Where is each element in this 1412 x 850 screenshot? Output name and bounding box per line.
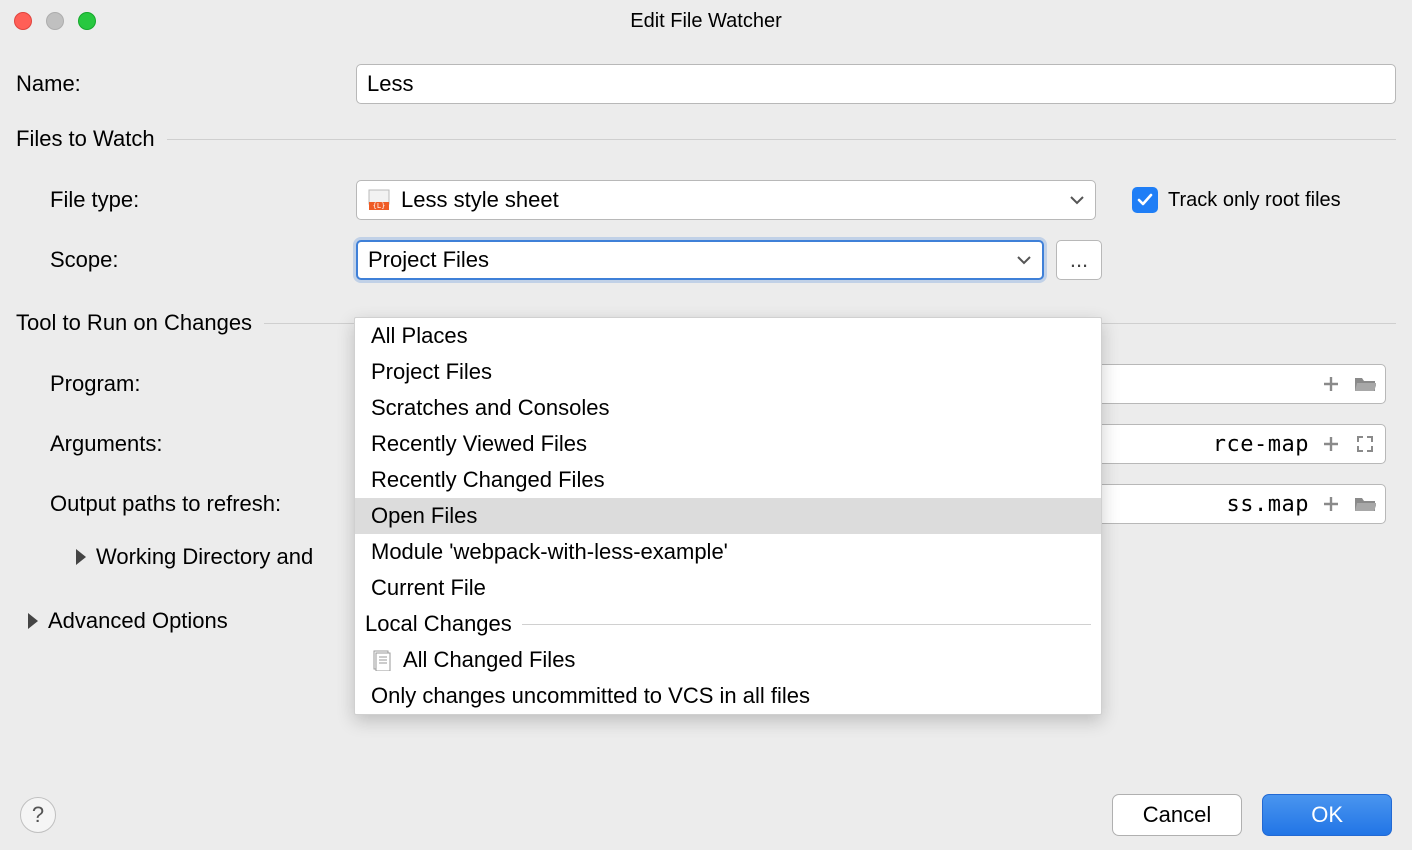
arguments-label: Arguments: [16,431,356,457]
name-label: Name: [16,71,356,97]
expand-field-button[interactable] [1353,432,1377,456]
triangle-right-icon [28,613,38,629]
section-tool-to-run-label: Tool to Run on Changes [16,310,252,336]
chevron-down-icon [1069,195,1085,205]
scope-option-project-files[interactable]: Project Files [355,354,1101,390]
insert-macro-button[interactable] [1319,372,1343,396]
section-files-to-watch-label: Files to Watch [16,126,155,152]
chevron-down-icon [1016,255,1032,265]
scope-browse-button[interactable]: ... [1056,240,1102,280]
checkbox-checked-icon [1132,187,1158,213]
scope-option-open-files[interactable]: Open Files [355,498,1101,534]
scope-select[interactable]: Project Files [356,240,1044,280]
scope-option-cutoff[interactable]: Only changes uncommitted to VCS in all f… [355,678,1101,714]
svg-text:{L}: {L} [373,202,386,210]
changed-files-icon [371,649,393,671]
window-controls [14,12,96,30]
maximize-window-button[interactable] [78,12,96,30]
track-root-files-checkbox[interactable]: Track only root files [1132,187,1341,213]
ok-button[interactable]: OK [1262,794,1392,836]
scope-option-all-changed-files[interactable]: All Changed Files [355,642,1101,678]
track-root-files-label: Track only root files [1168,189,1341,212]
scope-option-recently-changed[interactable]: Recently Changed Files [355,462,1101,498]
insert-macro-button[interactable] [1319,492,1343,516]
working-directory-label: Working Directory and [96,544,313,570]
scope-option-recently-viewed[interactable]: Recently Viewed Files [355,426,1101,462]
browse-folder-button[interactable] [1353,492,1377,516]
browse-folder-button[interactable] [1353,372,1377,396]
name-input[interactable] [356,64,1396,104]
file-type-select[interactable]: {L} Less style sheet [356,180,1096,220]
window-titlebar: Edit File Watcher [0,0,1412,42]
file-type-value: Less style sheet [401,187,559,213]
cancel-button[interactable]: Cancel [1112,794,1242,836]
advanced-options-label: Advanced Options [48,608,228,634]
ellipsis-icon: ... [1070,247,1088,273]
scope-value: Project Files [368,247,489,273]
close-window-button[interactable] [14,12,32,30]
insert-macro-button[interactable] [1319,432,1343,456]
scope-section-local-changes: Local Changes [355,606,1101,642]
triangle-right-icon [76,549,86,565]
scope-label: Scope: [16,247,356,273]
file-type-label: File type: [16,187,356,213]
window-title: Edit File Watcher [630,10,782,33]
scope-option-current-file[interactable]: Current File [355,570,1101,606]
minimize-window-button[interactable] [46,12,64,30]
less-file-icon: {L} [367,188,391,212]
output-paths-label: Output paths to refresh: [16,491,356,517]
program-label: Program: [16,371,356,397]
scope-option-scratches[interactable]: Scratches and Consoles [355,390,1101,426]
scope-option-all-places[interactable]: All Places [355,318,1101,354]
help-icon: ? [32,802,44,828]
section-files-to-watch: Files to Watch [16,126,1396,152]
scope-dropdown-popup: All Places Project Files Scratches and C… [354,317,1102,715]
help-button[interactable]: ? [20,797,56,833]
scope-option-module[interactable]: Module 'webpack-with-less-example' [355,534,1101,570]
